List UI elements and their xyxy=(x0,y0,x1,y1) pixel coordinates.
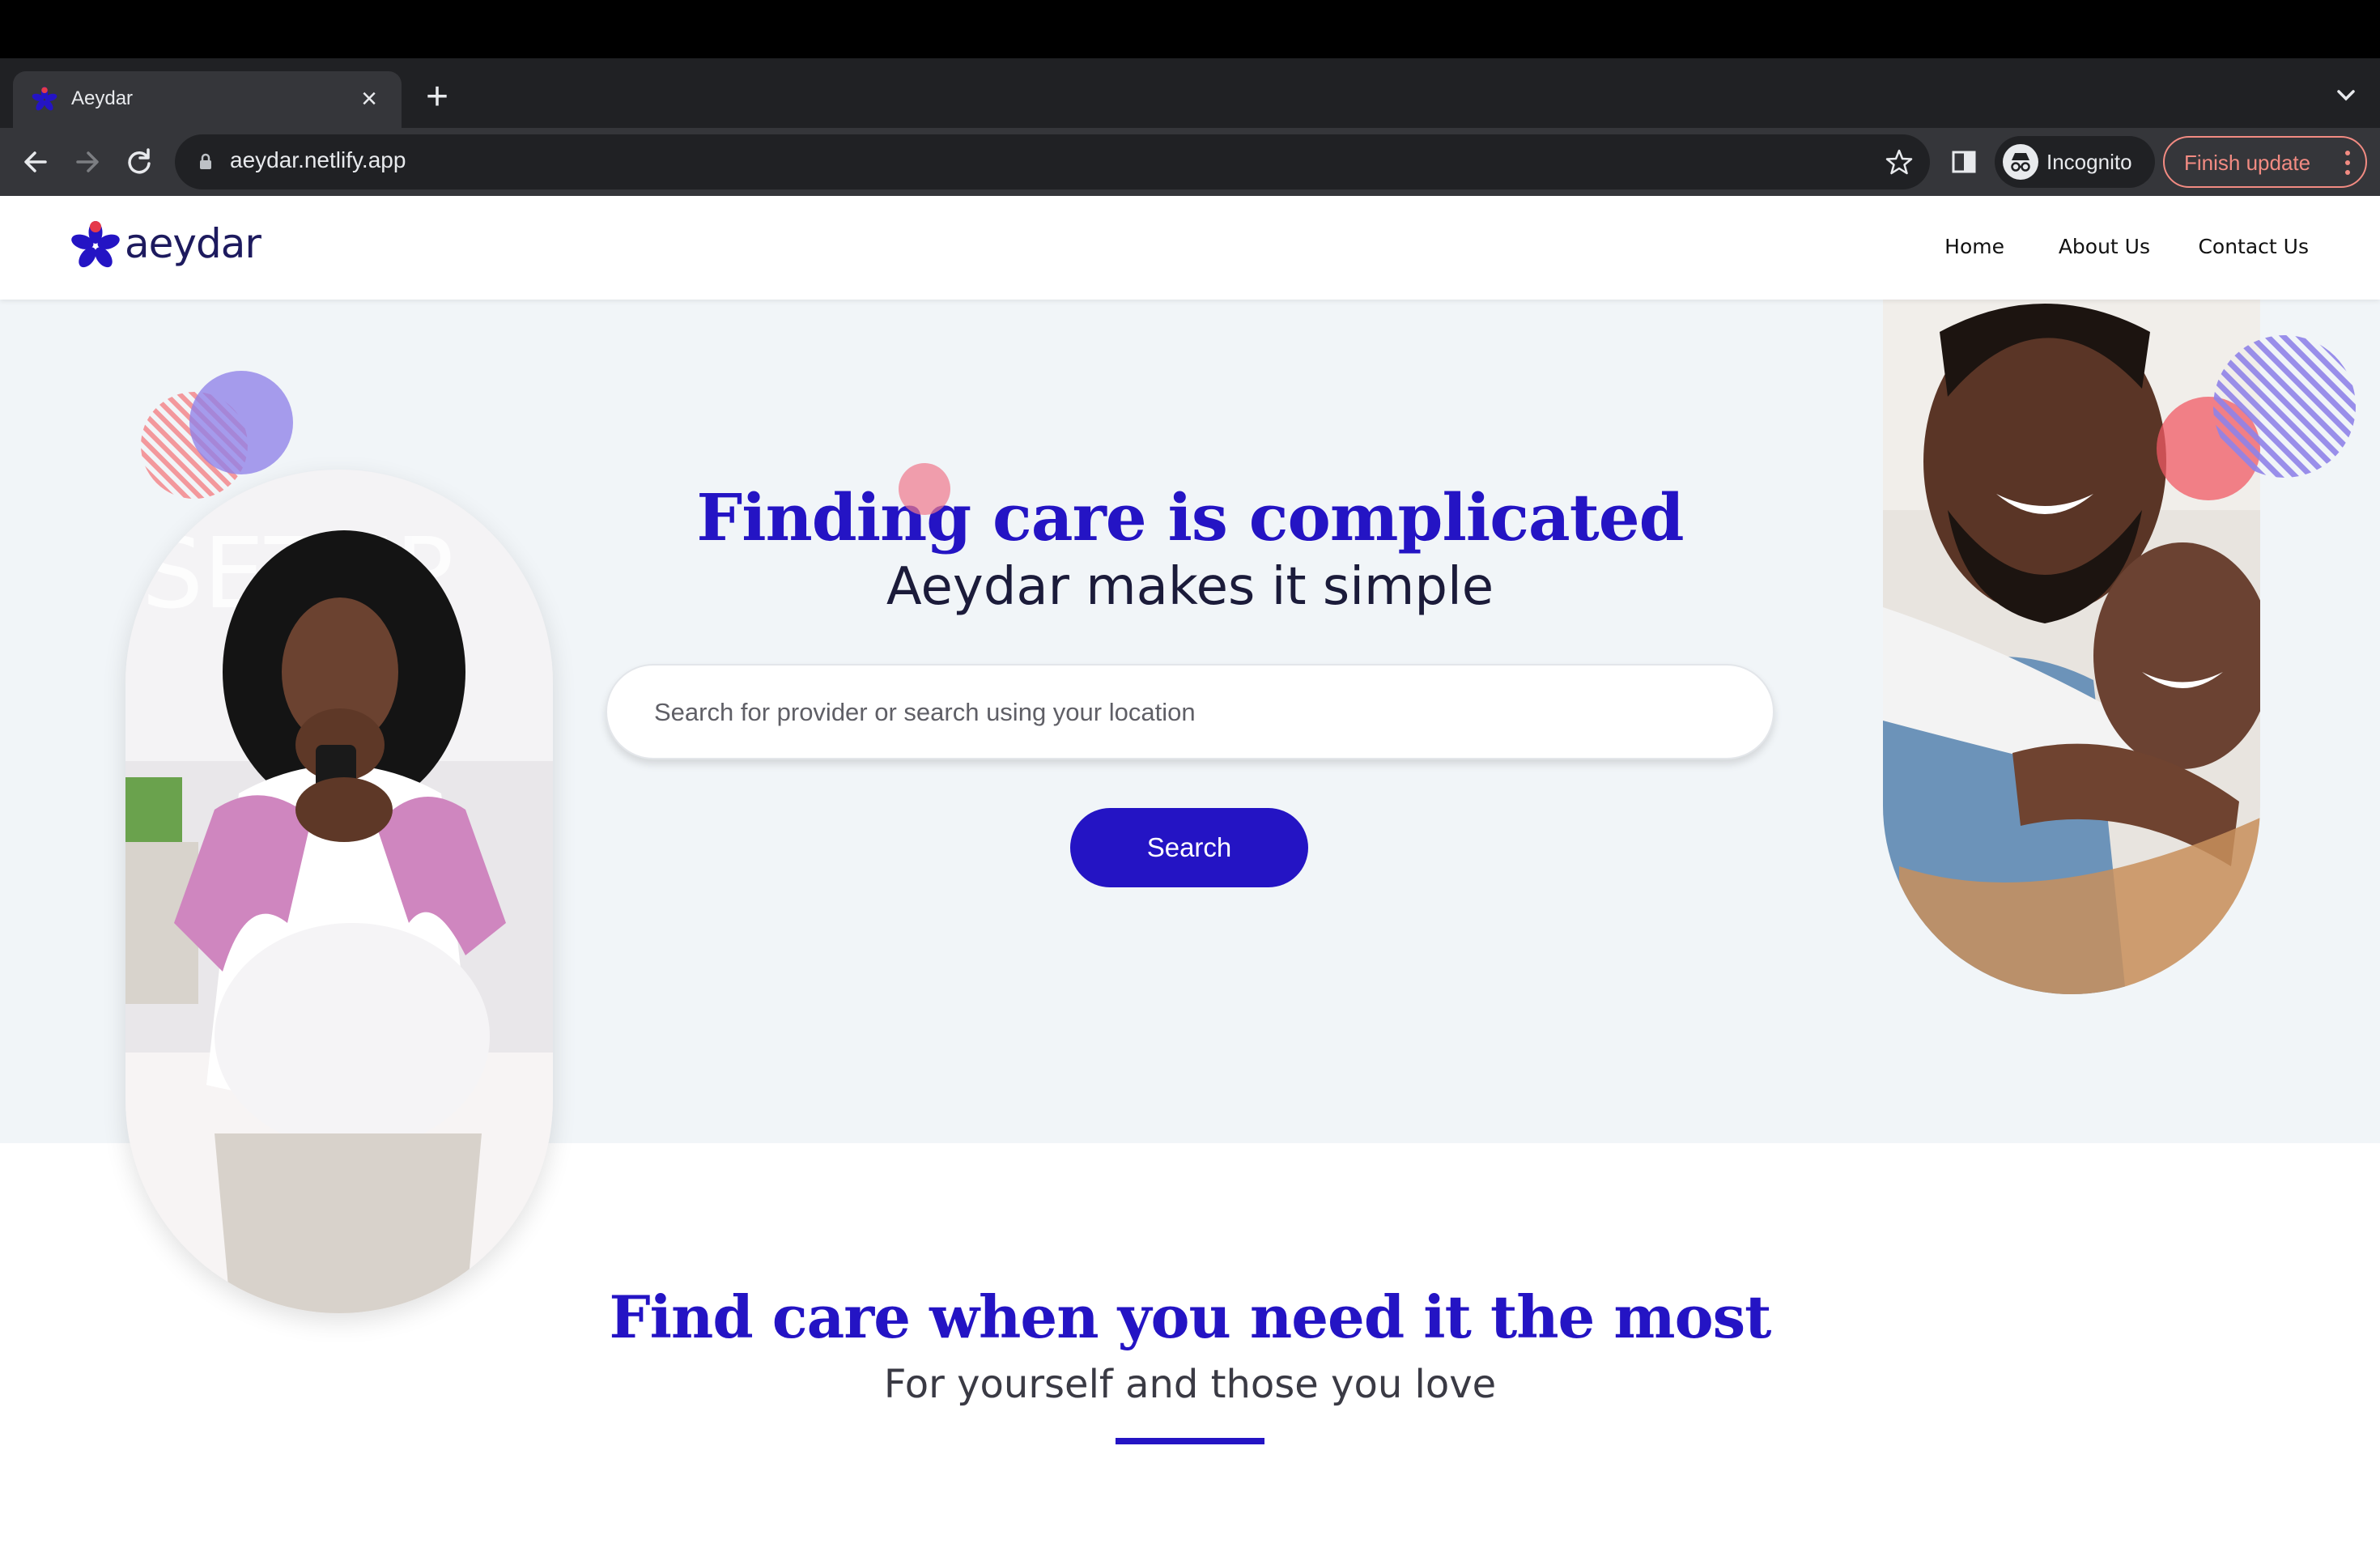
decorative-striped-circle-pink xyxy=(141,371,293,499)
tab-search-chevron-icon[interactable] xyxy=(2330,79,2362,112)
aeydar-logo-icon xyxy=(71,221,120,268)
incognito-label: Incognito xyxy=(2046,150,2132,174)
incognito-indicator[interactable]: Incognito xyxy=(1995,136,2155,188)
forward-arrow-icon[interactable] xyxy=(66,141,108,183)
section-divider xyxy=(1116,1438,1264,1444)
side-panel-icon[interactable] xyxy=(1946,144,1982,180)
tab-aeydar[interactable]: Aeydar × xyxy=(13,71,402,128)
more-menu-icon[interactable] xyxy=(2343,149,2352,176)
nav-contact-us[interactable]: Contact Us xyxy=(2198,235,2309,258)
pregnant-woman-photo: SETUP xyxy=(125,470,553,1313)
reload-icon[interactable] xyxy=(118,141,160,183)
aeydar-favicon-icon xyxy=(32,87,57,111)
tab-close-icon[interactable]: × xyxy=(351,81,387,117)
finish-update-label: Finish update xyxy=(2184,151,2311,175)
new-tab-button[interactable]: + xyxy=(418,78,457,117)
provider-search-box[interactable] xyxy=(606,664,1774,759)
browser-toolbar: aeydar.netlify.app Incognito Finish upda… xyxy=(0,128,2380,196)
nav-about-us[interactable]: About Us xyxy=(2059,235,2150,258)
finish-update-button[interactable]: Finish update xyxy=(2163,136,2367,188)
back-arrow-icon[interactable] xyxy=(15,141,57,183)
incognito-icon xyxy=(2003,144,2038,180)
provider-search-input[interactable] xyxy=(654,690,1723,735)
section-subtitle: For yourself and those you love xyxy=(883,1362,1497,1407)
site-header: aeydar Home About Us Contact Us xyxy=(0,196,2380,300)
system-menubar xyxy=(0,0,2380,58)
section-title: Find care when you need it the most xyxy=(609,1282,1772,1351)
tab-title: Aeydar xyxy=(71,87,134,109)
bookmark-star-icon[interactable] xyxy=(1883,146,1915,178)
nav-home[interactable]: Home xyxy=(1944,235,2004,258)
web-page: aeydar Home About Us Contact Us Finding … xyxy=(0,196,2380,1548)
logo-wordmark: aeydar xyxy=(125,220,261,267)
lock-icon[interactable] xyxy=(194,151,217,173)
search-button[interactable]: Search xyxy=(1070,808,1308,887)
url-text[interactable]: aeydar.netlify.app xyxy=(230,147,406,173)
address-bar[interactable]: aeydar.netlify.app xyxy=(175,134,1930,189)
tab-strip: Aeydar × + xyxy=(0,58,2380,128)
decorative-striped-circle-purple xyxy=(2157,335,2356,500)
decorative-pink-dot xyxy=(899,463,950,515)
